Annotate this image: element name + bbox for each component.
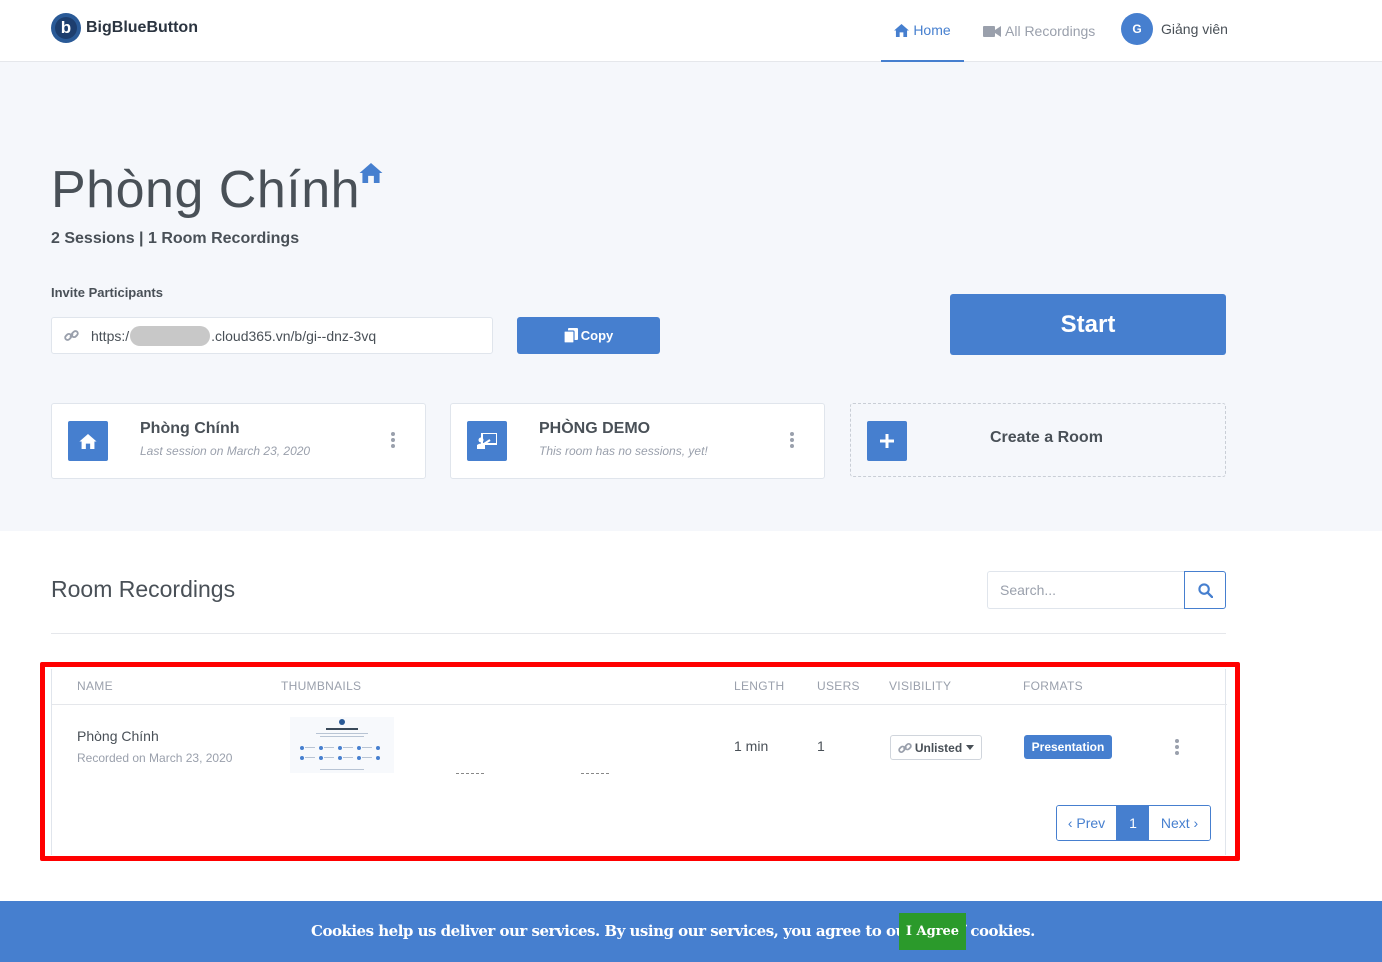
highlight-box xyxy=(40,662,1240,861)
nav-home-label: Home xyxy=(913,22,951,38)
create-room-card[interactable]: Create a Room xyxy=(850,403,1226,477)
divider xyxy=(51,633,1226,634)
user-menu[interactable]: G Giảng viên xyxy=(1121,13,1228,45)
room-hero: Phòng Chính 2 Sessions | 1 Room Recordin… xyxy=(0,62,1382,531)
invite-url-text: https:/.cloud365.vn/b/gi--dnz-3vq xyxy=(91,325,377,346)
home-room-icon xyxy=(359,163,383,183)
nav-home-link[interactable]: Home xyxy=(881,0,964,62)
room-card-title: Phòng Chính xyxy=(140,420,240,437)
nav-recordings-label: All Recordings xyxy=(1005,23,1096,39)
kebab-menu-icon[interactable] xyxy=(790,432,794,448)
room-stats: 2 Sessions | 1 Room Recordings xyxy=(51,230,300,247)
home-icon xyxy=(894,23,910,37)
nav-all-recordings-link[interactable]: All Recordings xyxy=(983,0,1095,62)
copy-button[interactable]: Copy xyxy=(517,317,660,354)
logo-text: BigBlueButton xyxy=(86,19,198,36)
room-card-phong-demo[interactable]: PHÒNG DEMO This room has no sessions, ye… xyxy=(450,403,825,479)
kebab-menu-icon[interactable] xyxy=(391,432,395,448)
bigbluebutton-logo[interactable]: b BigBlueButton xyxy=(51,13,198,43)
presentation-icon xyxy=(467,421,507,461)
room-card-title: PHÒNG DEMO xyxy=(539,420,651,437)
search-input[interactable]: Search... xyxy=(987,571,1185,609)
copy-icon xyxy=(563,328,578,343)
search-button[interactable] xyxy=(1184,571,1226,609)
cookie-consent-bar: Cookies help us deliver our services. By… xyxy=(0,901,1382,962)
agree-button[interactable]: I Agree xyxy=(899,913,966,950)
plus-icon xyxy=(867,421,907,461)
invite-participants-label: Invite Participants xyxy=(51,285,163,300)
create-room-label: Create a Room xyxy=(990,429,1103,446)
page-title: Phòng Chính xyxy=(51,161,361,219)
video-camera-icon xyxy=(983,25,1001,37)
redacted-domain xyxy=(130,325,211,346)
start-button[interactable]: Start xyxy=(950,294,1226,355)
user-name: Giảng viên xyxy=(1161,21,1228,37)
top-navbar: b BigBlueButton Home All Recordings G Gi… xyxy=(0,0,1382,62)
home-icon xyxy=(68,421,108,461)
recordings-search: Search... xyxy=(987,571,1226,609)
room-card-subtitle: Last session on March 23, 2020 xyxy=(140,444,311,458)
room-card-subtitle: This room has no sessions, yet! xyxy=(539,444,708,458)
avatar: G xyxy=(1121,13,1153,45)
search-icon xyxy=(1197,582,1213,598)
bbb-logo-icon: b xyxy=(51,13,81,43)
room-recordings-heading: Room Recordings xyxy=(51,576,236,602)
link-icon xyxy=(64,330,79,341)
invite-url-field[interactable]: https:/.cloud365.vn/b/gi--dnz-3vq xyxy=(51,317,493,354)
room-card-phong-chinh[interactable]: Phòng Chính Last session on March 23, 20… xyxy=(51,403,426,479)
